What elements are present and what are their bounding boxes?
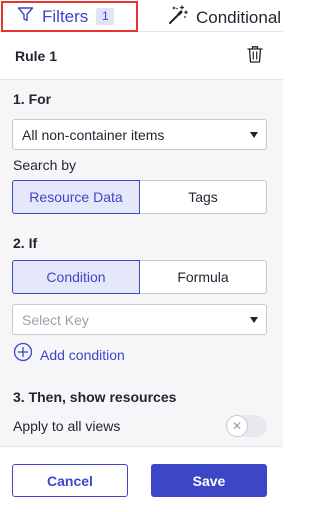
search-by-toggle: Resource Data Tags	[12, 180, 267, 214]
search-by-label: Search by	[13, 157, 77, 173]
add-condition-button[interactable]: Add condition	[13, 342, 125, 367]
mode-formula[interactable]: Formula	[140, 260, 267, 294]
tab-filters-label: Filters	[42, 6, 89, 26]
item-type-select-value: All non-container items	[22, 126, 165, 143]
tab-conditional[interactable]: Conditional	[166, 4, 281, 31]
rule-title: Rule 1	[15, 48, 58, 64]
section-for-title: 1. For	[13, 91, 52, 107]
if-mode-toggle: Condition Formula	[12, 260, 267, 294]
search-by-resource-data[interactable]: Resource Data	[12, 180, 140, 214]
add-condition-label: Add condition	[40, 346, 125, 363]
rule-header: Rule 1	[0, 33, 283, 80]
select-key-dropdown[interactable]: Select Key	[12, 304, 267, 335]
tab-filters[interactable]: Filters 1	[1, 1, 138, 32]
cancel-button[interactable]: Cancel	[12, 464, 128, 497]
action-footer: Cancel Save	[0, 446, 283, 512]
filter-panel: Rule 1 1. For All non-container items Se…	[0, 33, 283, 512]
save-button[interactable]: Save	[151, 464, 267, 497]
caret-down-icon	[250, 132, 258, 138]
mode-condition[interactable]: Condition	[12, 260, 140, 294]
section-then-title: 3. Then, show resources	[13, 389, 177, 405]
select-key-placeholder: Select Key	[22, 311, 89, 328]
section-if-title: 2. If	[13, 235, 38, 251]
plus-circle-icon	[13, 342, 33, 367]
tab-conditional-label: Conditional	[196, 7, 282, 27]
caret-down-icon	[250, 317, 258, 323]
apply-all-views-toggle[interactable]: ✕	[226, 415, 267, 437]
toggle-off-x-icon: ✕	[226, 415, 248, 437]
magic-wand-icon	[166, 4, 188, 31]
funnel-icon	[17, 6, 34, 28]
apply-all-views-label: Apply to all views	[13, 418, 121, 434]
filter-count-badge: 1	[96, 8, 115, 25]
search-by-tags[interactable]: Tags	[140, 180, 267, 214]
tab-bar: Filters 1 Conditional	[0, 0, 283, 32]
trash-icon[interactable]	[246, 44, 264, 69]
item-type-select[interactable]: All non-container items	[12, 119, 267, 150]
